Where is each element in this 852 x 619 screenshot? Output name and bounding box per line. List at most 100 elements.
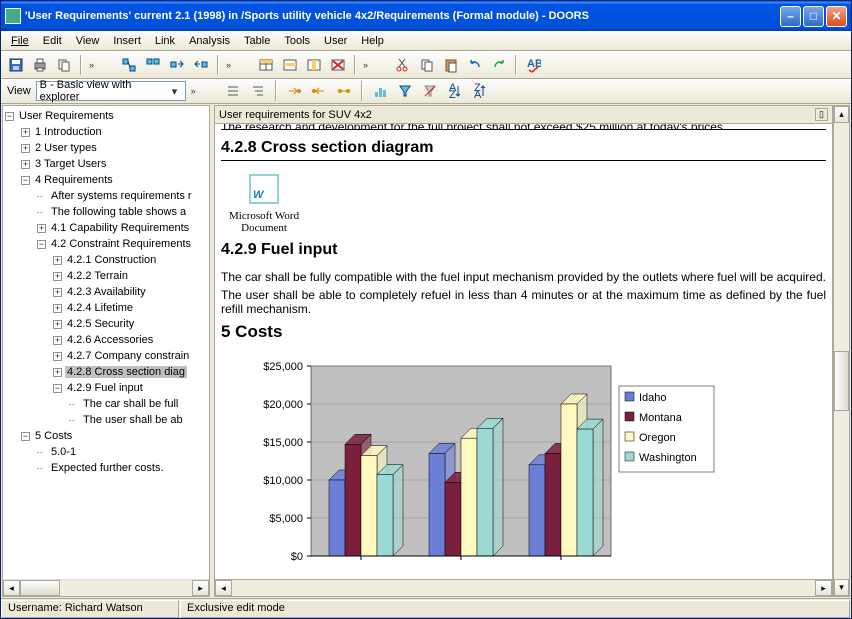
sort-asc-icon[interactable]: AZ <box>444 80 466 102</box>
copy2-icon[interactable] <box>416 54 438 76</box>
minimize-button[interactable]: – <box>780 6 801 27</box>
expand-icon[interactable]: + <box>53 304 62 313</box>
scroll-thumb[interactable] <box>20 580 60 596</box>
collapse-icon[interactable]: − <box>21 432 30 441</box>
doc-hscrollbar[interactable]: ◂ ▸ <box>215 579 832 596</box>
tree-node[interactable]: +4.2.2 Terrain <box>3 268 209 284</box>
tree-node[interactable]: +3 Target Users <box>3 156 209 172</box>
demote-icon[interactable] <box>190 54 212 76</box>
tree-node[interactable]: −4 Requirements <box>3 172 209 188</box>
menu-insert[interactable]: Insert <box>107 33 147 49</box>
expand-icon[interactable]: + <box>53 320 62 329</box>
menu-tools[interactable]: Tools <box>278 33 316 49</box>
toolbar-overflow-icon[interactable]: » <box>87 60 96 70</box>
filter-icon[interactable] <box>394 80 416 102</box>
costs-chart[interactable]: $0$5,000$10,000$15,000$20,000$25,000Idah… <box>221 344 826 576</box>
scroll-left-icon[interactable]: ◂ <box>3 580 20 596</box>
table-icon[interactable] <box>255 54 277 76</box>
scroll-track[interactable] <box>20 580 192 596</box>
tree-node[interactable]: +4.2.5 Security <box>3 316 209 332</box>
tree-leaf[interactable]: After systems requirements r <box>3 188 209 204</box>
tree-leaf[interactable]: The following table shows a <box>3 204 209 220</box>
tree-node[interactable]: +2 User types <box>3 140 209 156</box>
tree-node[interactable]: +4.2.4 Lifetime <box>3 300 209 316</box>
menu-help[interactable]: Help <box>355 33 390 49</box>
new-child-icon[interactable] <box>142 54 164 76</box>
outline-all-icon[interactable] <box>222 80 244 102</box>
scroll-track[interactable] <box>232 580 815 596</box>
document-body[interactable]: The research and development for the ful… <box>215 124 832 579</box>
heading-428[interactable]: 4.2.8 Cross section diagram <box>221 136 826 161</box>
graph-icon[interactable] <box>369 80 391 102</box>
expand-icon[interactable]: + <box>53 272 62 281</box>
tree-node[interactable]: +4.1 Capability Requirements <box>3 220 209 236</box>
maximize-button[interactable]: □ <box>803 6 824 27</box>
tree-node[interactable]: −4.2.9 Fuel input <box>3 380 209 396</box>
tree-node[interactable]: +4.2.1 Construction <box>3 252 209 268</box>
redo-icon[interactable] <box>488 54 510 76</box>
outline-1-icon[interactable] <box>247 80 269 102</box>
doc-vscrollbar[interactable]: ▴ ▾ <box>833 105 850 597</box>
link-out-icon[interactable] <box>283 80 305 102</box>
promote-icon[interactable] <box>166 54 188 76</box>
tree-hscrollbar[interactable]: ◂ ▸ <box>3 579 209 596</box>
scroll-up-icon[interactable]: ▴ <box>834 106 849 123</box>
menu-file[interactable]: File <box>5 33 35 49</box>
expand-icon[interactable]: + <box>53 368 62 377</box>
filter-off-icon[interactable] <box>419 80 441 102</box>
collapse-icon[interactable]: − <box>21 176 30 185</box>
scroll-down-icon[interactable]: ▾ <box>834 579 849 596</box>
spellcheck-icon[interactable]: ABC <box>522 54 544 76</box>
toolbar-overflow-icon[interactable]: » <box>224 60 233 70</box>
expand-icon[interactable]: + <box>21 128 30 137</box>
menu-edit[interactable]: Edit <box>37 33 68 49</box>
new-below-icon[interactable] <box>118 54 140 76</box>
copy-icon[interactable] <box>53 54 75 76</box>
tree-node[interactable]: +1 Introduction <box>3 124 209 140</box>
heading-429[interactable]: 4.2.9 Fuel input <box>221 238 826 262</box>
tree-node[interactable]: +4.2.6 Accessories <box>3 332 209 348</box>
expand-icon[interactable]: + <box>53 256 62 265</box>
menu-user[interactable]: User <box>318 33 353 49</box>
expand-icon[interactable]: + <box>53 352 62 361</box>
tree-node[interactable]: +4.2.7 Company constrain <box>3 348 209 364</box>
collapse-icon[interactable]: − <box>37 240 46 249</box>
menu-analysis[interactable]: Analysis <box>183 33 236 49</box>
expand-icon[interactable]: + <box>53 288 62 297</box>
cut-icon[interactable] <box>392 54 414 76</box>
tree-leaf[interactable]: 5.0-1 <box>3 444 209 460</box>
column-menu-icon[interactable]: ▯ <box>815 108 828 121</box>
tree-leaf[interactable]: The user shall be ab <box>3 412 209 428</box>
insert-col-icon[interactable] <box>303 54 325 76</box>
expand-icon[interactable]: + <box>37 224 46 233</box>
expand-icon[interactable]: + <box>53 336 62 345</box>
menu-link[interactable]: Link <box>149 33 181 49</box>
view-selector[interactable]: B - Basic view with explorer ▾ <box>36 81 186 101</box>
tree-leaf[interactable]: Expected further costs. <box>3 460 209 476</box>
link-in-icon[interactable] <box>308 80 330 102</box>
insert-row-icon[interactable] <box>279 54 301 76</box>
paste-icon[interactable] <box>440 54 462 76</box>
toolbar-overflow-icon[interactable]: » <box>361 60 370 70</box>
expand-icon[interactable]: + <box>21 144 30 153</box>
tree-node[interactable]: +4.2.3 Availability <box>3 284 209 300</box>
menu-table[interactable]: Table <box>238 33 276 49</box>
collapse-icon[interactable]: − <box>53 384 62 393</box>
expand-icon[interactable]: + <box>21 160 30 169</box>
scroll-track[interactable] <box>834 123 849 579</box>
link-both-icon[interactable] <box>333 80 355 102</box>
tree-node[interactable]: −4.2 Constraint Requirements <box>3 236 209 252</box>
requirement-text[interactable]: The research and development for the ful… <box>221 124 826 130</box>
scroll-right-icon[interactable]: ▸ <box>192 580 209 596</box>
tree-node[interactable]: −5 Costs <box>3 428 209 444</box>
tree-node-selected[interactable]: +4.2.8 Cross section diag <box>3 364 209 380</box>
scroll-left-icon[interactable]: ◂ <box>215 580 232 596</box>
print-icon[interactable] <box>29 54 51 76</box>
scroll-thumb[interactable] <box>834 351 849 411</box>
delete-row-icon[interactable] <box>327 54 349 76</box>
requirement-text[interactable]: The car shall be fully compatible with t… <box>221 268 826 286</box>
scroll-right-icon[interactable]: ▸ <box>815 580 832 596</box>
collapse-icon[interactable]: − <box>5 112 14 121</box>
tree-leaf[interactable]: The car shall be full <box>3 396 209 412</box>
requirement-text[interactable]: The user shall be able to completely ref… <box>221 286 826 318</box>
